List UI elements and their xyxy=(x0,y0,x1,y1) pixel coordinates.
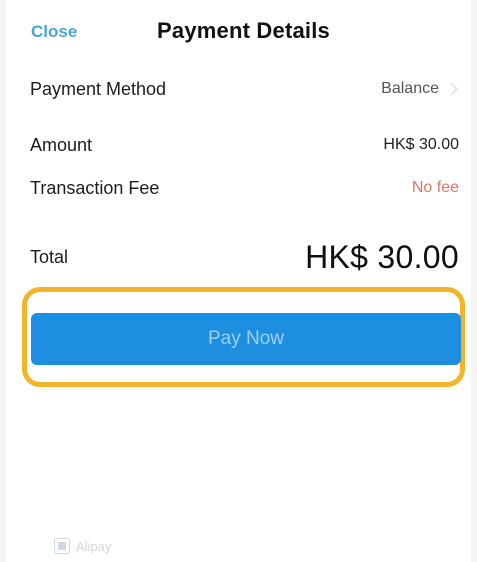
amount-row: Amount HK$ 30.00 xyxy=(30,128,459,162)
total-label: Total xyxy=(30,246,69,267)
frame-edge-right xyxy=(471,0,477,562)
amount-value: HK$ 30.00 xyxy=(383,136,459,153)
footer-brand: Alipay xyxy=(54,538,111,554)
total-row: Total HK$ 30.00 xyxy=(30,234,459,280)
transaction-fee-row: Transaction Fee No fee xyxy=(30,171,459,205)
pay-now-button[interactable]: Pay Now xyxy=(31,313,461,365)
frame-edge-left xyxy=(0,0,6,562)
footer-brand-text: Alipay xyxy=(76,538,112,554)
page-title: Payment Details xyxy=(157,18,330,43)
payment-method-selector[interactable]: Balance xyxy=(381,80,459,98)
header-bar: Close Payment Details xyxy=(0,0,477,62)
payment-method-value: Balance xyxy=(381,80,439,97)
alipay-icon xyxy=(54,538,70,554)
total-value: HK$ 30.00 xyxy=(305,238,459,275)
amount-label: Amount xyxy=(30,134,93,155)
chevron-right-icon xyxy=(450,82,459,96)
transaction-fee-value: No fee xyxy=(411,179,459,196)
transaction-fee-label: Transaction Fee xyxy=(30,177,160,198)
payment-method-label: Payment Method xyxy=(30,78,167,99)
payment-method-row[interactable]: Payment Method Balance xyxy=(30,72,459,106)
